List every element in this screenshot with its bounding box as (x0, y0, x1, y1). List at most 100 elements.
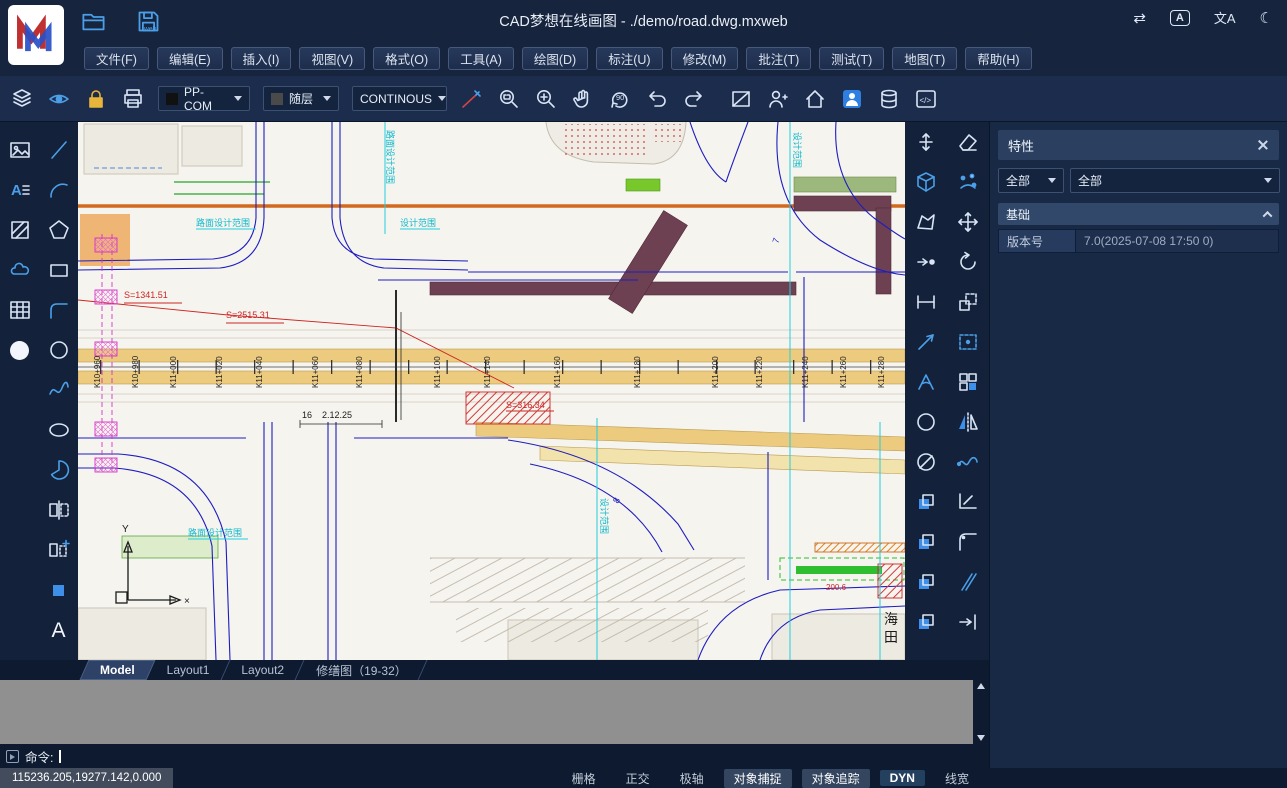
toggle-otrack[interactable]: 对象追踪 (802, 769, 870, 788)
theme-moon-icon[interactable]: ☾ (1260, 9, 1273, 27)
toggle-ortho[interactable]: 正交 (616, 769, 660, 788)
dim-aligned-icon[interactable] (914, 330, 938, 354)
layer-copy-icon[interactable] (914, 490, 938, 514)
home-icon[interactable] (803, 87, 827, 111)
scale-icon[interactable] (956, 290, 980, 314)
point-style-icon[interactable] (956, 170, 980, 194)
menu-view[interactable]: 视图(V) (299, 47, 365, 70)
extend-icon[interactable] (956, 610, 980, 634)
box-3d-icon[interactable] (914, 170, 938, 194)
arc-icon[interactable] (47, 178, 71, 202)
layer-copy-icon[interactable] (914, 610, 938, 634)
section-basic[interactable]: 基础 (998, 203, 1279, 225)
translate-icon[interactable]: 文A (1214, 8, 1236, 27)
polyline-pen-icon[interactable] (460, 87, 484, 111)
menu-annotate[interactable]: 批注(T) (746, 47, 811, 70)
dim-angle-icon[interactable] (914, 370, 938, 394)
sync-icon[interactable]: ⇄ (1133, 9, 1146, 27)
spline-edit-icon[interactable] (956, 450, 980, 474)
menu-help[interactable]: 帮助(H) (965, 47, 1031, 70)
stretch-icon[interactable] (914, 130, 938, 154)
zoom-extents-icon[interactable] (534, 87, 558, 111)
mirror-icon[interactable] (956, 410, 980, 434)
layer-copy-icon[interactable] (914, 530, 938, 554)
chevron-up-icon[interactable] (1263, 210, 1273, 220)
circle-icon[interactable] (47, 338, 71, 362)
menu-modify[interactable]: 修改(M) (671, 47, 739, 70)
point-snap-icon[interactable] (914, 250, 938, 274)
trim-icon[interactable] (956, 490, 980, 514)
tab-layout2[interactable]: Layout2 (225, 660, 300, 680)
polygon-icon[interactable] (47, 218, 71, 242)
drawing-canvas[interactable]: 路面设计范围 设计范围 路面设计范围 S=1341.51 S=2515.31 S… (78, 122, 905, 660)
menu-map[interactable]: 地图(T) (892, 47, 957, 70)
viewport-add-icon[interactable] (47, 538, 71, 562)
tab-model[interactable]: Model (84, 660, 151, 680)
toggle-polar[interactable]: 极轴 (670, 769, 714, 788)
user-badge-icon[interactable] (840, 87, 864, 111)
menu-tools[interactable]: 工具(A) (448, 47, 514, 70)
menu-draw[interactable]: 绘图(D) (522, 47, 588, 70)
pan-hand-icon[interactable] (571, 87, 595, 111)
menu-file[interactable]: 文件(F) (84, 47, 149, 70)
rotate-90-icon[interactable]: 90 (608, 87, 632, 111)
color-select[interactable]: 随层 (263, 86, 339, 111)
fillet-edit-icon[interactable] (956, 530, 980, 554)
database-icon[interactable] (877, 87, 901, 111)
undo-icon[interactable] (645, 87, 669, 111)
insert-image-icon[interactable] (8, 138, 32, 162)
ellipse-icon[interactable] (47, 418, 71, 442)
redo-icon[interactable] (682, 87, 706, 111)
array-icon[interactable] (956, 370, 980, 394)
viewport-flip-icon[interactable] (47, 498, 71, 522)
hatch-icon[interactable] (8, 218, 32, 242)
revision-cloud-icon[interactable] (8, 258, 32, 282)
pie-arc-icon[interactable] (47, 458, 71, 482)
zoom-window-icon[interactable] (497, 87, 521, 111)
tab-repair-plan[interactable]: 修缮图（19-32） (300, 660, 423, 680)
command-history[interactable] (0, 680, 989, 744)
add-user-icon[interactable] (766, 87, 790, 111)
layer-copy-icon[interactable] (914, 570, 938, 594)
spline-icon[interactable] (47, 378, 71, 402)
dim-linear-icon[interactable] (914, 290, 938, 314)
ai-icon[interactable]: A (1170, 10, 1190, 26)
toggle-grid[interactable]: 栅格 (562, 769, 606, 788)
layers-icon[interactable] (10, 87, 34, 111)
move-icon[interactable] (956, 210, 980, 234)
viewport-icon[interactable] (729, 87, 753, 111)
solid-fill-icon[interactable] (53, 585, 64, 596)
tab-layout1[interactable]: Layout1 (151, 660, 226, 680)
select-window-icon[interactable] (956, 330, 980, 354)
menu-insert[interactable]: 插入(I) (231, 47, 292, 70)
layer-lock-icon[interactable] (84, 87, 108, 111)
menu-format[interactable]: 格式(O) (373, 47, 440, 70)
rotate-icon[interactable] (956, 250, 980, 274)
point-tool-icon[interactable] (10, 341, 29, 360)
toggle-osnap[interactable]: 对象捕捉 (724, 769, 792, 788)
rectangle-icon[interactable] (47, 258, 71, 282)
linetype-select[interactable]: CONTINOUS (352, 86, 447, 111)
code-icon[interactable]: </> (914, 87, 938, 111)
app-logo[interactable] (8, 5, 64, 65)
property-value[interactable]: 7.0(2025-07-08 17:50 0) (1076, 229, 1279, 253)
toggle-dyn[interactable]: DYN (880, 770, 925, 786)
scroll-up-icon[interactable] (977, 683, 985, 689)
filter-select-large[interactable]: 全部 (1070, 168, 1280, 193)
break-icon[interactable] (956, 570, 980, 594)
text-tool-icon[interactable]: A (51, 620, 65, 641)
close-icon[interactable] (1257, 139, 1269, 151)
print-icon[interactable] (121, 87, 145, 111)
boundary-icon[interactable] (914, 210, 938, 234)
menu-edit[interactable]: 编辑(E) (157, 47, 223, 70)
scroll-down-icon[interactable] (977, 735, 985, 741)
layer-visibility-icon[interactable] (47, 87, 71, 111)
toggle-lineweight[interactable]: 线宽 (935, 769, 979, 788)
layer-select[interactable]: PP-COM (158, 86, 250, 111)
line-icon[interactable] (47, 138, 71, 162)
text-style-icon[interactable]: A (8, 178, 32, 202)
filter-select-small[interactable]: 全部 (998, 168, 1064, 193)
table-icon[interactable] (8, 298, 32, 322)
command-line[interactable]: 命令: (0, 744, 989, 768)
dim-radius-icon[interactable] (914, 450, 938, 474)
